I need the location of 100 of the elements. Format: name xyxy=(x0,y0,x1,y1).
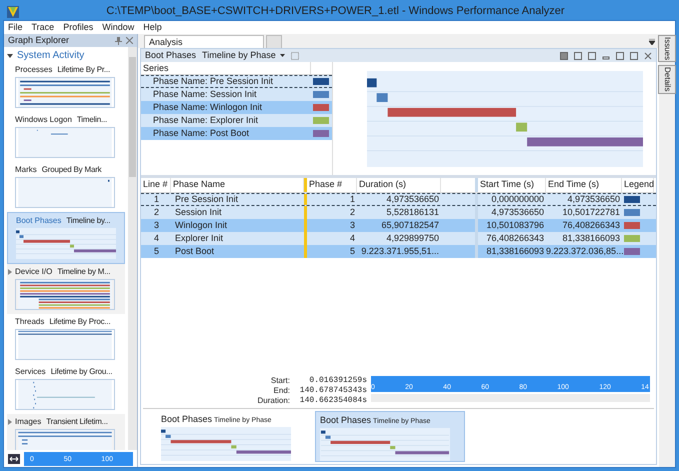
table-cell-text: 76,408266343 xyxy=(485,232,545,245)
expand-icon[interactable] xyxy=(8,269,12,275)
graph-preset: Timeline by M... xyxy=(57,266,110,278)
range-value: 140.678745343s xyxy=(298,386,367,396)
phase-bar xyxy=(516,122,528,132)
expand-icon[interactable] xyxy=(8,419,12,425)
column-header[interactable]: Series xyxy=(141,62,310,74)
graph-item[interactable]: Windows Logon Timelin... xyxy=(7,112,125,162)
menu-item[interactable]: Profiles xyxy=(63,23,94,32)
table-cell-text: 4,973536650 xyxy=(385,192,440,206)
graph-name: Services xyxy=(15,366,46,378)
phase-bar xyxy=(236,450,291,454)
menu-item[interactable]: Trace xyxy=(32,23,54,32)
column-header[interactable]: End Time (s) xyxy=(546,178,622,192)
graph-preset: Lifetime By Pr... xyxy=(57,64,110,76)
phase-bar xyxy=(161,429,166,432)
series-row[interactable]: Phase Name: Explorer Init xyxy=(141,114,332,127)
graph-name: Images xyxy=(15,416,42,428)
close-icon[interactable] xyxy=(644,52,652,60)
series-row[interactable]: Phase Name: Winlogon Init xyxy=(141,101,332,114)
menu-item[interactable]: Window xyxy=(102,23,134,32)
table-cell-text: 2 xyxy=(152,206,160,219)
graph-item[interactable]: Device I/O Timeline by M... xyxy=(7,264,125,314)
graph-name: Windows Logon xyxy=(15,114,72,126)
pin-icon[interactable] xyxy=(115,36,122,44)
table-cell-text: 0,000000000 xyxy=(490,192,545,206)
column-header[interactable]: Line # xyxy=(141,178,171,192)
table-cell-text: 4 xyxy=(152,232,160,245)
table-cell-text: 4,973536650 xyxy=(566,192,621,206)
graph-item[interactable]: Services Lifetime by Grou... xyxy=(7,364,125,414)
table-cell-text: Winlogon Init xyxy=(174,218,228,232)
table-cell-text: 4,973536650 xyxy=(490,206,545,219)
graph-preset: Transient Lifetim... xyxy=(46,416,108,428)
range-label: Start: xyxy=(270,376,290,386)
graph-item[interactable]: Processes Lifetime By Pr... xyxy=(7,62,125,112)
column-header[interactable]: Start Time (s) xyxy=(478,178,546,192)
phase-bar xyxy=(330,440,390,444)
graph-preset: Timeline by... xyxy=(66,215,110,227)
menu-item[interactable]: Help xyxy=(143,23,162,32)
fullscreen-icon[interactable] xyxy=(290,52,299,60)
range-value: 140.662354084s xyxy=(298,396,367,406)
graph-name: Boot Phases xyxy=(16,215,62,227)
table-row[interactable]: 1 Pre Session Init 1 4,973536650 0,000000000 4,973536650 xyxy=(141,193,656,206)
graph-item[interactable]: Images Transient Lifetim... xyxy=(7,414,125,450)
group-header[interactable]: System Activity xyxy=(7,49,125,62)
table-cell-text: 4 xyxy=(348,232,356,245)
graph-name: Device I/O xyxy=(15,266,52,278)
graph-name: Threads xyxy=(15,316,44,328)
table-row[interactable]: 5 Post Boot 5 9.223.371.955,51... 81,338166093 9.223.372.036,85... xyxy=(141,245,656,258)
table-row[interactable]: 3 Winlogon Init 3 65,907182547 10,501083796 76,408266343 xyxy=(141,219,656,232)
tab[interactable]: Analysis xyxy=(144,35,264,48)
phase-bar xyxy=(320,430,326,434)
graph-item[interactable]: Boot Phases Timeline by... xyxy=(7,212,125,264)
series-label: Phase Name: Winlogon Init xyxy=(153,100,264,114)
column-header[interactable]: Duration (s) xyxy=(357,178,441,192)
series-row[interactable]: Phase Name: Post Boot xyxy=(141,127,332,140)
graph-item[interactable]: Threads Lifetime By Proc... xyxy=(7,314,125,364)
graph-preset: Grouped By Mark xyxy=(42,164,102,176)
phase-bar xyxy=(325,435,331,438)
graph-name: Marks xyxy=(15,164,37,176)
table-cell-text: 1 xyxy=(152,192,160,206)
range-value: 0.016391259s xyxy=(308,376,367,386)
side-tab[interactable]: Issues xyxy=(658,35,676,62)
table-cell-text: Pre Session Init xyxy=(174,192,240,206)
thumbnail-title: Boot Phases xyxy=(161,413,212,426)
graph-preset: Lifetime By Proc... xyxy=(49,316,110,328)
thumbnail-title: Boot Phases xyxy=(320,414,372,427)
table-cell-text: 1 xyxy=(348,192,356,206)
side-tab[interactable]: Details xyxy=(658,65,676,94)
column-header[interactable]: Legend xyxy=(622,178,654,192)
panel-title: Graph Explorer xyxy=(8,34,70,47)
table-row[interactable]: 2 Session Init 2 5,528186131 4,973536650 10,501722781 xyxy=(141,206,656,219)
graph-item[interactable]: Marks Grouped By Mark xyxy=(7,162,125,212)
menu-item[interactable]: File xyxy=(8,23,23,32)
table-cell-text: 10,501722781 xyxy=(561,206,621,219)
graph-preset: Timelin... xyxy=(76,114,108,126)
phase-bar xyxy=(16,230,20,234)
table-cell-text: 65,907182547 xyxy=(380,218,440,232)
graph-name: Processes xyxy=(15,64,52,76)
series-label: Phase Name: Pre Session Init xyxy=(153,74,274,88)
table-row[interactable]: 4 Explorer Init 4 4,929899750 76,408266343 81,338166093 xyxy=(141,232,656,245)
phase-bar xyxy=(395,450,450,454)
fit-icon[interactable] xyxy=(8,454,20,464)
column-header[interactable]: Phase # xyxy=(307,178,357,192)
series-row[interactable]: Phase Name: Session Init xyxy=(141,88,332,101)
table-cell-text: 3 xyxy=(152,218,160,232)
graph-preset: Lifetime by Grou... xyxy=(50,366,112,378)
phase-bar xyxy=(166,434,171,438)
table-cell-text: 5 xyxy=(152,244,160,258)
dropdown-icon[interactable] xyxy=(649,39,655,45)
table-cell-text: Post Boot xyxy=(174,244,216,258)
table-cell-text: 3 xyxy=(348,218,356,232)
table-cell-text: Explorer Init xyxy=(174,232,224,245)
phase-bar xyxy=(390,446,396,449)
series-row[interactable]: Phase Name: Pre Session Init xyxy=(141,75,332,88)
series-label: Phase Name: Session Init xyxy=(153,88,258,101)
table-cell-text: 4,929899750 xyxy=(385,232,440,245)
close-icon[interactable] xyxy=(126,37,133,44)
preset-dropdown[interactable]: Timeline by Phase xyxy=(202,48,285,62)
scrollbar[interactable] xyxy=(128,47,137,450)
